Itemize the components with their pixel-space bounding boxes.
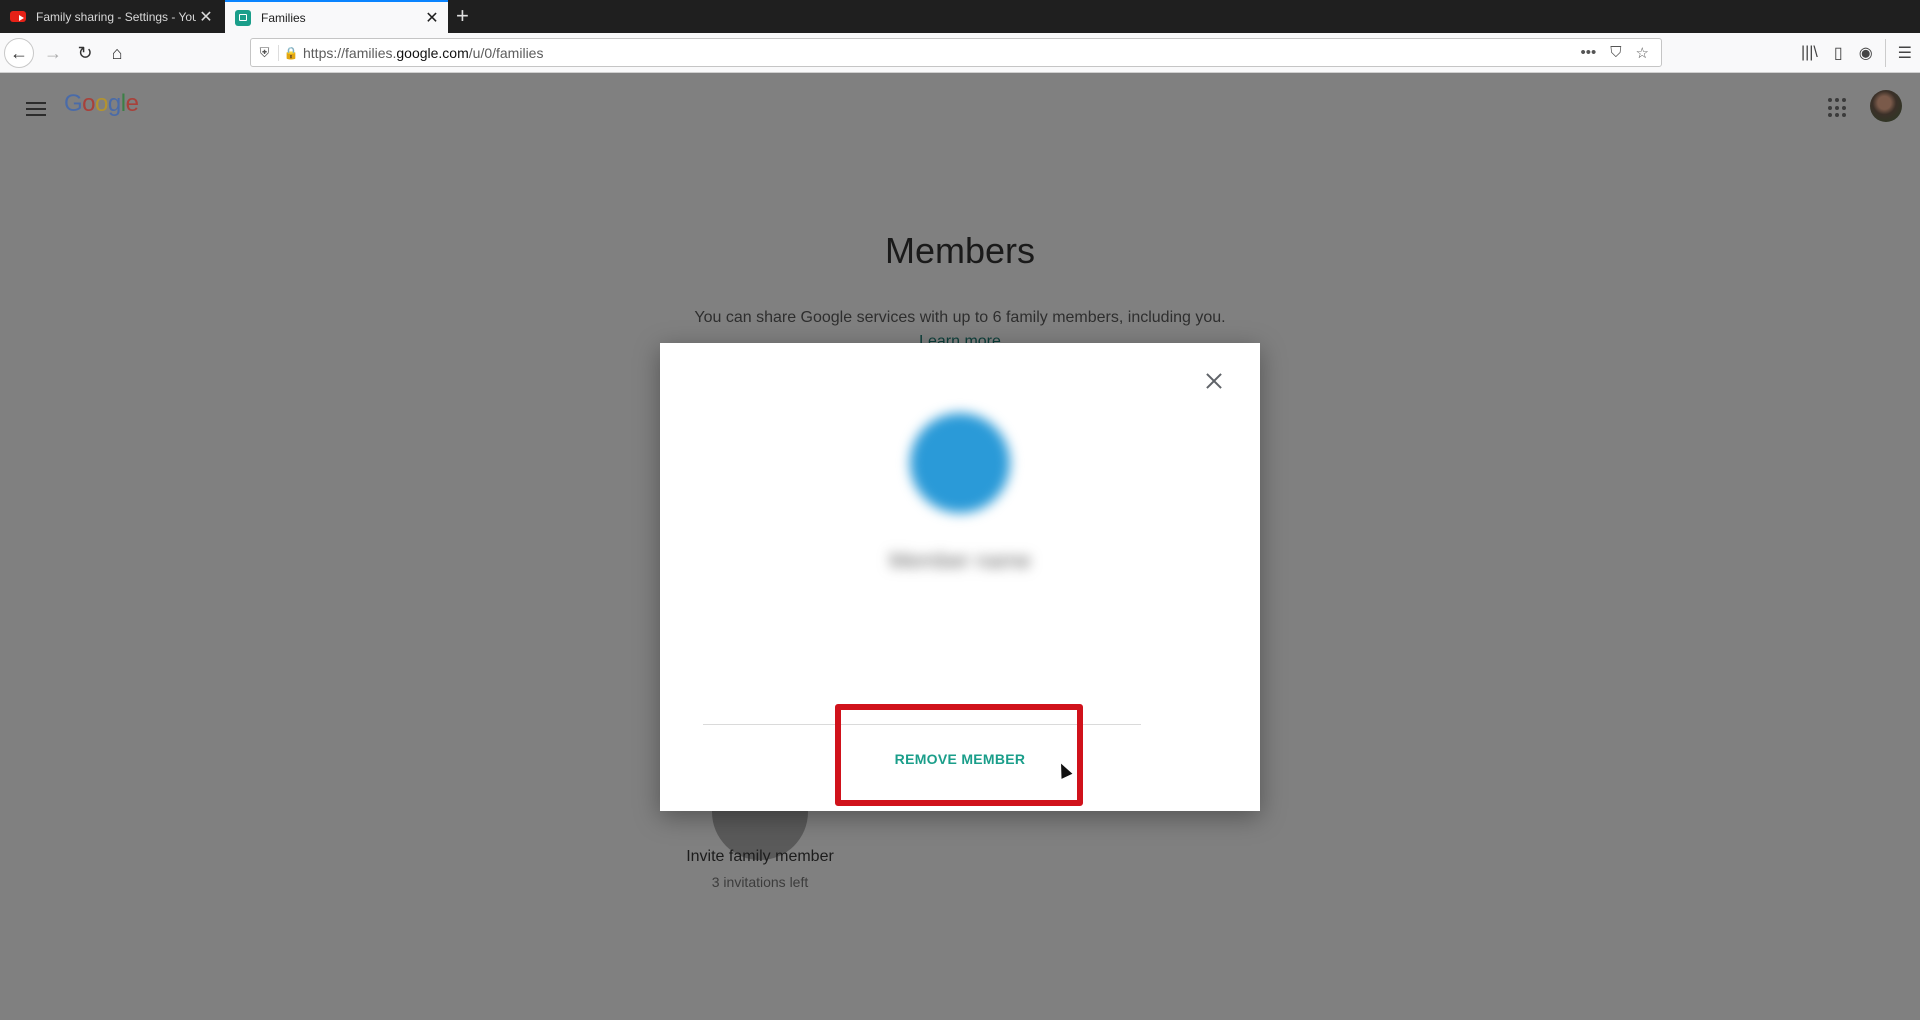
page-title: Members [884, 230, 1036, 271]
member-name: Member name [889, 548, 1031, 573]
main-menu-icon[interactable] [26, 98, 46, 120]
account-avatar[interactable] [1870, 90, 1902, 122]
logo-letter: g [107, 90, 121, 117]
reload-button[interactable]: ↻ [70, 38, 100, 68]
sidebar-icon[interactable]: ▯ [1834, 43, 1843, 63]
logo-letter: o [95, 90, 108, 117]
invitations-left: 3 invitations left [711, 874, 809, 890]
logo-letter: o [82, 90, 96, 117]
home-button[interactable]: ⌂ [102, 38, 132, 68]
tab-bar: Family sharing - Settings - YouTube ✕ Fa… [0, 0, 1920, 33]
lock-icon[interactable]: 🔒 [279, 46, 303, 60]
close-icon[interactable] [1202, 369, 1226, 393]
address-bar[interactable]: ⛨ 🔒 https://families.google.com/u/0/fami… [250, 38, 1662, 67]
close-tab-icon[interactable]: ✕ [422, 8, 442, 28]
invite-family-member-link[interactable]: Invite family member [660, 848, 860, 866]
url-domain: google.com [396, 44, 469, 61]
families-icon [235, 9, 251, 26]
tracking-shield-icon[interactable]: ⛨ [251, 44, 279, 61]
bookmark-star-icon[interactable]: ☆ [1636, 44, 1649, 62]
firefox-account-icon[interactable]: ◉ [1859, 43, 1873, 63]
back-button[interactable]: ← [4, 38, 34, 68]
tab-families[interactable]: Families ✕ [225, 0, 448, 33]
tab-family-sharing[interactable]: Family sharing - Settings - YouTube ✕ [0, 0, 222, 33]
close-tab-icon[interactable]: ✕ [196, 7, 216, 27]
tab-title: Families [261, 10, 306, 25]
tab-title: Family sharing - Settings - YouTube [36, 9, 196, 24]
member-dialog: Member name REMOVE MEMBER [660, 343, 1260, 811]
navigation-toolbar: ← → ↻ ⌂ ⛨ 🔒 https://families.google.com/… [0, 33, 1920, 73]
pocket-icon[interactable]: ⛉ [1610, 44, 1621, 62]
url-text[interactable]: https://families.google.com/u/0/families [303, 45, 1581, 61]
logo-letter: e [125, 90, 139, 117]
youtube-icon [10, 11, 26, 22]
toolbar-separator [1884, 39, 1886, 67]
forward-button[interactable]: → [38, 38, 68, 68]
remove-member-button[interactable]: REMOVE MEMBER [835, 733, 1085, 785]
new-tab-button[interactable]: + [456, 4, 469, 28]
logo-letter: G [64, 90, 83, 117]
google-apps-icon[interactable] [1828, 98, 1848, 118]
app-menu-icon[interactable]: ☰ [1898, 43, 1912, 63]
url-prefix: https://families. [303, 44, 397, 61]
more-actions-icon[interactable]: ••• [1581, 44, 1597, 62]
url-path: /u/0/families [468, 44, 544, 61]
library-icon[interactable]: |||\ [1801, 44, 1818, 62]
member-avatar [910, 413, 1010, 513]
members-description: You can share Google services with up to… [694, 309, 1226, 326]
divider [703, 724, 1141, 725]
google-logo[interactable]: Google [64, 90, 139, 118]
